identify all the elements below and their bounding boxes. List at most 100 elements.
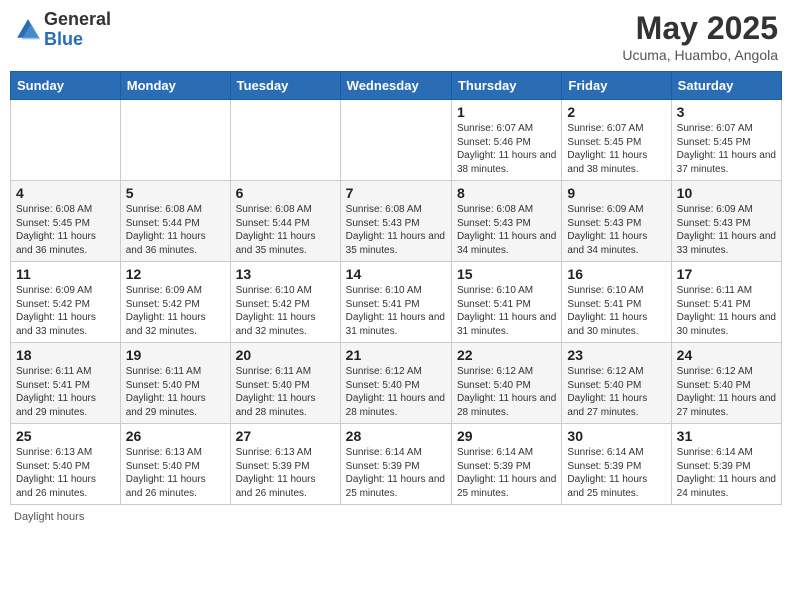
calendar-day-header: Thursday	[451, 72, 561, 100]
day-number: 6	[236, 185, 335, 201]
calendar-cell	[340, 100, 451, 181]
calendar-cell: 25 Sunrise: 6:13 AM Sunset: 5:40 PM Dayli…	[11, 424, 121, 505]
day-info: Sunrise: 6:08 AM Sunset: 5:44 PM Dayligh…	[126, 203, 225, 257]
calendar-cell	[120, 100, 230, 181]
day-info: Sunrise: 6:14 AM Sunset: 5:39 PM Dayligh…	[346, 446, 446, 500]
calendar-week-row: 25 Sunrise: 6:13 AM Sunset: 5:40 PM Dayli…	[11, 424, 782, 505]
calendar-header-row: SundayMondayTuesdayWednesdayThursdayFrid…	[11, 72, 782, 100]
day-number: 25	[16, 428, 115, 444]
day-number: 8	[457, 185, 556, 201]
day-info: Sunrise: 6:09 AM Sunset: 5:42 PM Dayligh…	[16, 284, 115, 338]
day-number: 28	[346, 428, 446, 444]
day-number: 5	[126, 185, 225, 201]
calendar-cell: 8 Sunrise: 6:08 AM Sunset: 5:43 PM Daylig…	[451, 181, 561, 262]
day-number: 19	[126, 347, 225, 363]
calendar-cell: 10Sunrise: 6:09 AM Sunset: 5:43 PM Dayli…	[671, 181, 781, 262]
calendar-day-header: Monday	[120, 72, 230, 100]
calendar-cell: 19Sunrise: 6:11 AM Sunset: 5:40 PM Dayli…	[120, 343, 230, 424]
day-info: Sunrise: 6:14 AM Sunset: 5:39 PM Dayligh…	[457, 446, 556, 500]
calendar-cell: 31 Sunrise: 6:14 AM Sunset: 5:39 PM Dayli…	[671, 424, 781, 505]
day-number: 3	[677, 104, 776, 120]
calendar-day-header: Wednesday	[340, 72, 451, 100]
calendar-cell: 2 Sunrise: 6:07 AM Sunset: 5:45 PM Daylig…	[562, 100, 671, 181]
day-number: 14	[346, 266, 446, 282]
calendar-cell: 7 Sunrise: 6:08 AM Sunset: 5:43 PM Daylig…	[340, 181, 451, 262]
day-info: Sunrise: 6:10 AM Sunset: 5:42 PM Dayligh…	[236, 284, 335, 338]
calendar-cell: 6 Sunrise: 6:08 AM Sunset: 5:44 PM Daylig…	[230, 181, 340, 262]
calendar-cell: 24Sunrise: 6:12 AM Sunset: 5:40 PM Dayli…	[671, 343, 781, 424]
calendar-cell: 13 Sunrise: 6:10 AM Sunset: 5:42 PM Dayli…	[230, 262, 340, 343]
day-info: Sunrise: 6:08 AM Sunset: 5:43 PM Dayligh…	[457, 203, 556, 257]
calendar-cell: 12 Sunrise: 6:09 AM Sunset: 5:42 PM Dayli…	[120, 262, 230, 343]
day-info: Sunrise: 6:07 AM Sunset: 5:45 PM Dayligh…	[567, 122, 665, 176]
day-info: Sunrise: 6:12 AM Sunset: 5:40 PM Dayligh…	[346, 365, 446, 419]
calendar-day-header: Sunday	[11, 72, 121, 100]
calendar-day-header: Friday	[562, 72, 671, 100]
calendar-cell: 26 Sunrise: 6:13 AM Sunset: 5:40 PM Dayli…	[120, 424, 230, 505]
logo-blue: Blue	[44, 30, 111, 50]
day-number: 31	[677, 428, 776, 444]
day-info: Sunrise: 6:11 AM Sunset: 5:41 PM Dayligh…	[677, 284, 776, 338]
day-info: Sunrise: 6:11 AM Sunset: 5:41 PM Dayligh…	[16, 365, 115, 419]
day-info: Sunrise: 6:14 AM Sunset: 5:39 PM Dayligh…	[677, 446, 776, 500]
day-number: 17	[677, 266, 776, 282]
day-info: Sunrise: 6:08 AM Sunset: 5:43 PM Dayligh…	[346, 203, 446, 257]
title-block: May 2025 Ucuma, Huambo, Angola	[622, 10, 778, 63]
day-number: 13	[236, 266, 335, 282]
day-info: Sunrise: 6:08 AM Sunset: 5:45 PM Dayligh…	[16, 203, 115, 257]
day-number: 2	[567, 104, 665, 120]
calendar-cell: 18 Sunrise: 6:11 AM Sunset: 5:41 PM Dayli…	[11, 343, 121, 424]
page-header: General Blue May 2025 Ucuma, Huambo, Ang…	[10, 10, 782, 63]
day-number: 16	[567, 266, 665, 282]
day-info: Sunrise: 6:09 AM Sunset: 5:42 PM Dayligh…	[126, 284, 225, 338]
calendar-cell: 17 Sunrise: 6:11 AM Sunset: 5:41 PM Dayli…	[671, 262, 781, 343]
day-info: Sunrise: 6:14 AM Sunset: 5:39 PM Dayligh…	[567, 446, 665, 500]
day-number: 12	[126, 266, 225, 282]
day-number: 20	[236, 347, 335, 363]
calendar-cell	[11, 100, 121, 181]
day-info: Sunrise: 6:13 AM Sunset: 5:40 PM Dayligh…	[126, 446, 225, 500]
logo-general: General	[44, 10, 111, 30]
day-number: 1	[457, 104, 556, 120]
calendar-cell: 9Sunrise: 6:09 AM Sunset: 5:43 PM Daylig…	[562, 181, 671, 262]
calendar-cell: 20 Sunrise: 6:11 AM Sunset: 5:40 PM Dayli…	[230, 343, 340, 424]
day-info: Sunrise: 6:08 AM Sunset: 5:44 PM Dayligh…	[236, 203, 335, 257]
calendar-cell: 4 Sunrise: 6:08 AM Sunset: 5:45 PM Daylig…	[11, 181, 121, 262]
calendar-cell: 30 Sunrise: 6:14 AM Sunset: 5:39 PM Dayli…	[562, 424, 671, 505]
calendar-week-row: 18 Sunrise: 6:11 AM Sunset: 5:41 PM Dayli…	[11, 343, 782, 424]
day-info: Sunrise: 6:10 AM Sunset: 5:41 PM Dayligh…	[457, 284, 556, 338]
logo-icon	[14, 16, 42, 44]
calendar-cell: 21 Sunrise: 6:12 AM Sunset: 5:40 PM Dayli…	[340, 343, 451, 424]
day-info: Sunrise: 6:11 AM Sunset: 5:40 PM Dayligh…	[236, 365, 335, 419]
logo: General Blue	[14, 10, 111, 50]
calendar-day-header: Tuesday	[230, 72, 340, 100]
day-info: Sunrise: 6:13 AM Sunset: 5:40 PM Dayligh…	[16, 446, 115, 500]
calendar-cell: 1 Sunrise: 6:07 AM Sunset: 5:46 PM Daylig…	[451, 100, 561, 181]
calendar-cell: 29 Sunrise: 6:14 AM Sunset: 5:39 PM Dayli…	[451, 424, 561, 505]
calendar-cell: 14 Sunrise: 6:10 AM Sunset: 5:41 PM Dayli…	[340, 262, 451, 343]
day-info: Sunrise: 6:10 AM Sunset: 5:41 PM Dayligh…	[346, 284, 446, 338]
day-number: 18	[16, 347, 115, 363]
day-number: 30	[567, 428, 665, 444]
day-number: 7	[346, 185, 446, 201]
day-number: 23	[567, 347, 665, 363]
day-number: 26	[126, 428, 225, 444]
day-info: Sunrise: 6:12 AM Sunset: 5:40 PM Dayligh…	[457, 365, 556, 419]
day-number: 29	[457, 428, 556, 444]
day-number: 21	[346, 347, 446, 363]
day-info: Sunrise: 6:12 AM Sunset: 5:40 PM Dayligh…	[567, 365, 665, 419]
calendar-cell: 22 Sunrise: 6:12 AM Sunset: 5:40 PM Dayli…	[451, 343, 561, 424]
footer: Daylight hours	[10, 511, 782, 523]
logo-text: General Blue	[44, 10, 111, 50]
day-number: 15	[457, 266, 556, 282]
day-number: 22	[457, 347, 556, 363]
calendar-cell: 11Sunrise: 6:09 AM Sunset: 5:42 PM Dayli…	[11, 262, 121, 343]
day-info: Sunrise: 6:07 AM Sunset: 5:46 PM Dayligh…	[457, 122, 556, 176]
day-number: 4	[16, 185, 115, 201]
day-number: 27	[236, 428, 335, 444]
day-info: Sunrise: 6:09 AM Sunset: 5:43 PM Dayligh…	[567, 203, 665, 257]
calendar-cell	[230, 100, 340, 181]
day-info: Sunrise: 6:10 AM Sunset: 5:41 PM Dayligh…	[567, 284, 665, 338]
calendar-cell: 15 Sunrise: 6:10 AM Sunset: 5:41 PM Dayli…	[451, 262, 561, 343]
calendar-cell: 28 Sunrise: 6:14 AM Sunset: 5:39 PM Dayli…	[340, 424, 451, 505]
